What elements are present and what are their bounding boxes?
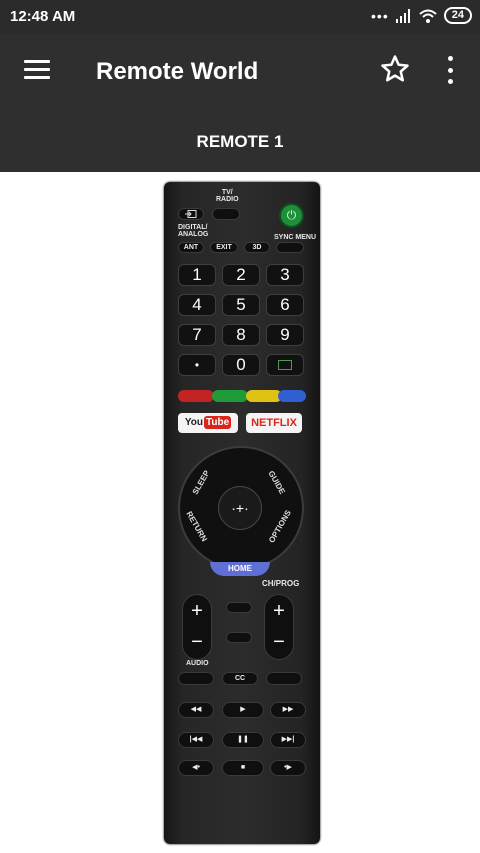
exit-button[interactable]: EXIT [210, 242, 238, 253]
input-icon [185, 210, 197, 218]
replay-button[interactable]: ◀• [178, 760, 214, 776]
play-button[interactable]: ▶ [222, 702, 264, 718]
display-button[interactable] [266, 672, 302, 685]
tab-remote-1[interactable]: REMOTE 1 [197, 132, 284, 152]
power-icon: ⏻ [286, 208, 297, 222]
input-button[interactable] [178, 208, 204, 220]
guide-label: GUIDE [266, 469, 287, 496]
rewind-button[interactable]: ◀◀ [178, 702, 214, 718]
sync-menu-button[interactable] [276, 242, 304, 253]
mute-button[interactable] [226, 632, 252, 643]
status-bar: 12:48 AM ••• 24 [0, 0, 480, 34]
ch-prog-label: CH/PROG [262, 579, 300, 588]
number-button[interactable]: 8 [222, 324, 260, 346]
tv-radio-label: TV/ RADIO [216, 189, 239, 203]
power-button[interactable]: ⏻ [279, 203, 304, 228]
dot-button[interactable]: • [178, 354, 216, 376]
home-button[interactable]: HOME [210, 562, 270, 576]
channel-up-icon: + [273, 600, 285, 622]
options-label: OPTIONS [267, 508, 293, 545]
teletext-icon [278, 360, 292, 370]
stop-button[interactable]: ■ [222, 760, 264, 776]
number-button[interactable]: 1 [178, 264, 216, 286]
youtube-text: You [184, 417, 203, 428]
cc-button[interactable]: CC [222, 672, 258, 685]
star-icon[interactable] [380, 54, 410, 84]
number-button[interactable]: 2 [222, 264, 260, 286]
signal-icon [395, 8, 410, 23]
previous-button[interactable]: |◀◀ [178, 732, 214, 748]
next-button[interactable]: ▶▶| [270, 732, 306, 748]
number-button[interactable]: 9 [266, 324, 304, 346]
ant-button[interactable]: ANT [178, 242, 204, 253]
number-button[interactable]: 4 [178, 294, 216, 316]
remote-image: TV/ RADIO ⏻ DIGITAL/ ANALOG SYNC MENU AN… [164, 182, 320, 844]
status-icons: ••• 24 [371, 7, 472, 24]
number-button[interactable]: 6 [266, 294, 304, 316]
green-button[interactable] [212, 390, 248, 402]
youtube-badge: Tube [204, 416, 232, 429]
blue-button[interactable] [278, 390, 306, 402]
advance-button[interactable]: •▶ [270, 760, 306, 776]
teletext-button[interactable] [266, 354, 304, 376]
channel-down-icon: − [273, 631, 285, 653]
channel-rocker[interactable]: + − [264, 594, 294, 660]
signal-dots: ••• [371, 7, 389, 24]
youtube-button[interactable]: You Tube [178, 413, 238, 433]
pause-button[interactable]: ❚❚ [222, 732, 264, 748]
status-time: 12:48 AM [10, 8, 76, 25]
sleep-label: SLEEP [190, 468, 212, 497]
sync-menu-label: SYNC MENU [274, 234, 317, 241]
app-title: Remote World [96, 58, 259, 85]
tv-radio-button[interactable] [212, 208, 240, 220]
app-bar: Remote World [0, 34, 480, 110]
more-vertical-icon[interactable] [444, 56, 456, 84]
volume-down-icon: − [191, 631, 203, 653]
ok-button[interactable]: ·+· [218, 486, 262, 530]
return-label: RETURN [184, 509, 209, 544]
volume-rocker[interactable]: + − [182, 594, 212, 660]
yellow-button[interactable] [246, 390, 282, 402]
3d-button[interactable]: 3D [244, 242, 270, 253]
digital-analog-label: DIGITAL/ ANALOG [178, 224, 209, 238]
number-button[interactable]: 7 [178, 324, 216, 346]
red-button[interactable] [178, 390, 214, 402]
audio-label: AUDIO [186, 660, 209, 667]
hamburger-icon[interactable] [24, 60, 50, 80]
battery-indicator: 24 [443, 7, 472, 24]
wifi-icon [419, 9, 437, 23]
netflix-button[interactable]: NETFLIX [246, 413, 302, 433]
dpad[interactable]: SLEEP GUIDE RETURN OPTIONS ·+· [178, 446, 304, 570]
tab-bar: REMOTE 1 [0, 110, 480, 172]
volume-up-icon: + [191, 600, 203, 622]
jump-button[interactable] [226, 602, 252, 613]
number-button[interactable]: 5 [222, 294, 260, 316]
fast-forward-button[interactable]: ▶▶ [270, 702, 306, 718]
number-button[interactable]: 3 [266, 264, 304, 286]
audio-button[interactable] [178, 672, 214, 685]
number-button[interactable]: 0 [222, 354, 260, 376]
